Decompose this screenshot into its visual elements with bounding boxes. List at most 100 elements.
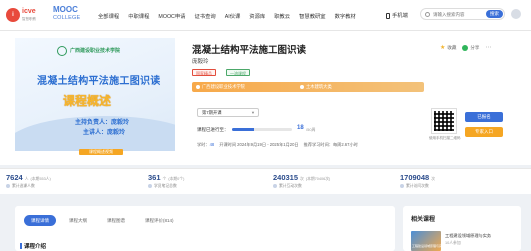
cover-school-name: 广西建设职业技术学院 <box>70 48 121 54</box>
term-select-value: 第7期开课 <box>202 110 222 115</box>
cover-lecturer: 主讲人：庞毅玲 <box>83 130 126 136</box>
national-quality-badge: 国家精品 <box>192 69 216 76</box>
chat-icon <box>273 184 277 188</box>
mooc-logo-subtitle: COLLEGE <box>53 15 81 21</box>
stat-visits-label-text: 累计访问次数 <box>406 184 429 188</box>
meta-hours: 学时：48 <box>197 142 214 148</box>
org-category-label: 土木建筑大类 <box>306 84 332 89</box>
stat-notes-label-text: 学员笔记总数 <box>154 184 177 188</box>
stat-interactions-unit: 次 <box>300 177 304 181</box>
related-courses: 相关课程 工程建设领域原理与实务 工程建设领域原理与实务 10人参加 <box>403 206 521 251</box>
stat-notes-unit: 个 <box>162 177 167 181</box>
meta-hours-label: 学时： <box>197 142 210 147</box>
course-hero: 广西建设职业技术学院 混凝土结构平法施工图识读 课程概述 主持负责人：庞毅玲 主… <box>0 31 531 165</box>
qr-code-image <box>434 111 454 131</box>
org-school[interactable]: 广西建设职业技术学院 <box>196 84 245 90</box>
cover-title: 混凝土结构平法施工图识读 <box>37 76 161 87</box>
stat-visits-label: 累计访问次数 <box>400 184 437 189</box>
nav-item-mooc-apply[interactable]: MOOC申请 <box>158 12 185 20</box>
progress-bar <box>232 128 292 131</box>
school-icon <box>196 84 200 89</box>
note-icon <box>148 184 152 188</box>
org-school-label: 广西建设职业技术学院 <box>202 84 245 89</box>
search-icon <box>425 12 430 17</box>
school-logo-icon <box>57 46 67 56</box>
nav-item-digital-textbook[interactable]: 数字教材 <box>335 12 356 20</box>
nav-item-ai[interactable]: AI伙课 <box>225 12 241 20</box>
nav-item-resource-library[interactable]: 资源库 <box>249 12 265 20</box>
tab-course-outline[interactable]: 课程大纲 <box>62 215 94 226</box>
more-icon: ⋯ <box>485 45 492 51</box>
course-cover-video[interactable]: 广西建设职业技术学院 混凝土结构平法施工图识读 课程概述 主持负责人：庞毅玲 主… <box>15 38 175 151</box>
icve-logo-subtitle: 智慧职教 <box>22 17 36 21</box>
stat-interactions-value: 240315 <box>273 173 299 182</box>
cover-subtitle: 课程概述 <box>63 94 112 108</box>
stat-visits: 1709048 次 累计访问次数 <box>400 173 437 189</box>
user-avatar[interactable] <box>511 9 521 19</box>
stat-enrolled-value: 7624 <box>6 173 23 182</box>
stat-notes-period: (本期0个) <box>168 177 185 181</box>
nav-item-certificate[interactable]: 证书查询 <box>194 12 215 20</box>
icve-logo[interactable]: i <box>6 8 20 22</box>
nav-item-zhijiaoyun[interactable]: 职教云 <box>274 12 290 20</box>
stat-interactions-label-text: 累计互动次数 <box>279 184 302 188</box>
more-button[interactable]: ⋯ <box>485 44 491 51</box>
top-navigation-bar: i icve 智慧职教 MOOC COLLEGE 全部课程 中职课程 MOOC申… <box>0 0 531 31</box>
nav-item-all-courses[interactable]: 全部课程 <box>98 12 119 20</box>
section-marker <box>20 243 22 249</box>
related-course-thumbnail[interactable]: 工程建设领域原理与实务 <box>411 231 445 251</box>
stat-interactions: 240315 次 (本期70406次) 累计互动次数 <box>273 173 330 189</box>
progress-total: /50周 <box>306 127 316 132</box>
expert-entry-button[interactable]: 专家入口 <box>465 127 503 137</box>
stat-notes-label: 学员笔记总数 <box>148 184 184 189</box>
nav-item-teaching-research[interactable]: 智慧教研室 <box>299 12 326 20</box>
intro-video-tag[interactable]: 课程概述视频 <box>79 149 123 155</box>
course-detail-panel: 课程详情 课程大纲 课程图谱 课程评价(814) 课程介绍 <box>15 206 395 251</box>
stat-enrolled-label: 累计选课人数 <box>6 184 51 189</box>
eye-icon <box>400 184 404 188</box>
org-category[interactable]: 土木建筑大类 <box>300 84 332 90</box>
search-button[interactable]: 搜索 <box>486 10 503 18</box>
qr-caption: 使用手机扫描二维码 <box>429 136 461 140</box>
share-button[interactable]: 分享 <box>462 44 479 51</box>
stats-bar: 7624 人 (本期553人) 累计选课人数 361 个 (本期0个) 学员笔记总数 2… <box>0 168 531 194</box>
stat-visits-value: 1709048 <box>400 173 430 182</box>
course-author[interactable]: 庞毅玲 <box>192 57 209 65</box>
icve-logo-text: icve <box>22 8 36 15</box>
stat-enrolled-period: (本期553人) <box>30 177 51 181</box>
category-icon <box>300 84 304 89</box>
enroll-button[interactable]: 已报名 <box>465 112 503 122</box>
organization-bar: 广西建设职业技术学院 土木建筑大类 <box>192 82 424 92</box>
course-title: 混凝土结构平法施工图识读 <box>192 45 307 56</box>
related-course-name[interactable]: 工程建设领域原理与实务 <box>445 233 491 239</box>
detail-tabs: 课程详情 课程大纲 课程图谱 课程评价(814) <box>24 215 181 226</box>
term-select[interactable]: 第7期开课 ▼ <box>197 108 259 117</box>
favorite-label: 收藏 <box>447 44 457 50</box>
meta-hours-value: 48 <box>209 142 215 147</box>
mooc-logo[interactable]: MOOC <box>53 6 78 14</box>
main-nav: 全部课程 中职课程 MOOC申请 证书查询 AI伙课 资源库 职教云 智慧教研室… <box>98 12 365 20</box>
tab-course-graph[interactable]: 课程图谱 <box>100 215 132 226</box>
favorite-button[interactable]: ★ 收藏 <box>440 44 457 52</box>
tab-course-review[interactable]: 课程评价(814) <box>138 215 181 226</box>
cover-teacher: 主持负责人：庞毅玲 <box>75 120 130 126</box>
qr-code <box>431 108 457 134</box>
stat-interactions-label: 累计互动次数 <box>273 184 330 189</box>
tab-course-detail[interactable]: 课程详情 <box>24 215 56 226</box>
star-icon: ★ <box>440 45 446 51</box>
first-class-badge: 一流课程 <box>226 69 250 76</box>
progress-label: 课程已进行至： <box>197 127 229 132</box>
mobile-link[interactable]: 手机端 <box>386 11 408 19</box>
nav-item-secondary-courses[interactable]: 中职课程 <box>128 12 149 20</box>
share-label: 分享 <box>470 44 480 50</box>
related-course-enrollment: 10人参加 <box>445 241 461 245</box>
stat-visits-unit: 次 <box>431 177 435 181</box>
stat-interactions-period: (本期70406次) <box>305 177 331 181</box>
intro-heading: 课程介绍 <box>24 244 47 250</box>
search-input[interactable] <box>433 9 483 19</box>
meta-open-time: 开课时间 2024年9月19日 - 2025年1月20日 <box>219 142 299 147</box>
phone-icon <box>386 12 390 19</box>
course-meta: 学时：48 开课时间 2024年9月19日 - 2025年1月20日 推荐学习时… <box>197 142 358 148</box>
stat-enrolled: 7624 人 (本期553人) 累计选课人数 <box>6 173 51 189</box>
meta-study-time: 推荐学习时间：每周2.67小时 <box>303 142 358 147</box>
